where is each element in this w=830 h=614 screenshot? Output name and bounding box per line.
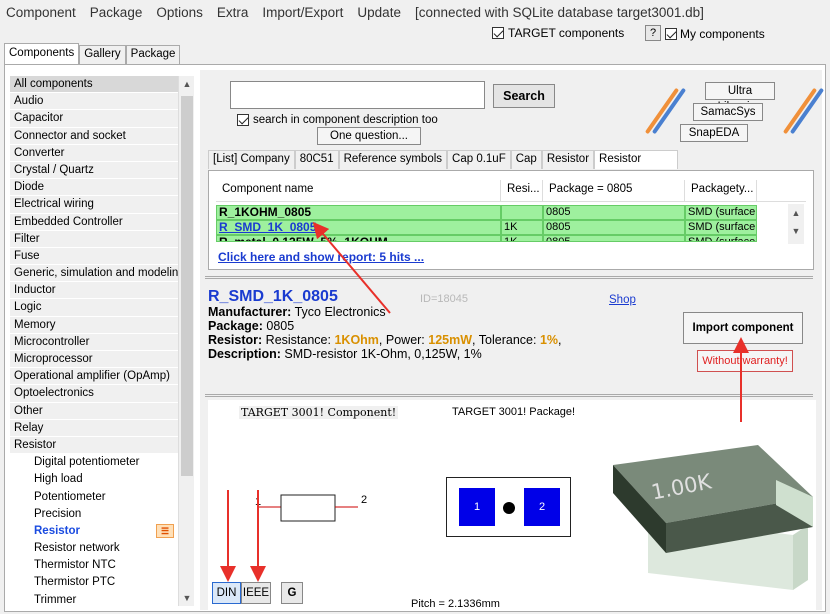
annotation-overlay xyxy=(220,221,749,582)
arrow-to-selected-row xyxy=(312,221,391,314)
